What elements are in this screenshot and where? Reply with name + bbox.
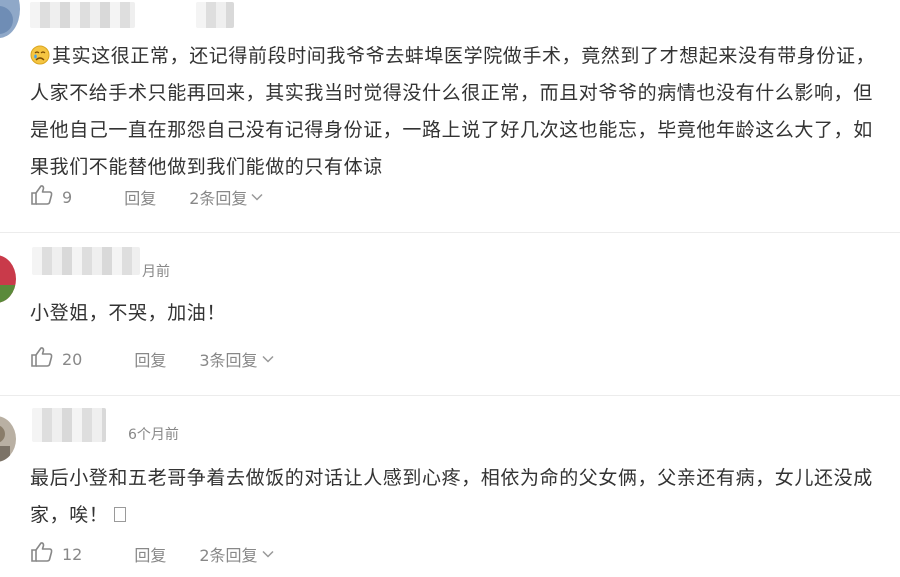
comment-body: 其实这很正常，还记得前段时间我爷爷去蚌埠医学院做手术，竟然到了才想起来没有带身份… bbox=[30, 45, 876, 178]
chevron-down-icon bbox=[262, 550, 274, 558]
thumbs-up-icon bbox=[30, 541, 54, 567]
username-placeholder bbox=[32, 408, 106, 442]
view-replies-button[interactable]: 2条回复 bbox=[199, 542, 274, 566]
replies-count-label: 3条回复 bbox=[199, 351, 258, 370]
like-count: 12 bbox=[62, 544, 83, 564]
avatar[interactable] bbox=[0, 0, 20, 38]
username-placeholder bbox=[196, 2, 234, 28]
username-placeholder bbox=[32, 247, 140, 275]
replies-count-label: 2条回复 bbox=[199, 546, 258, 565]
view-replies-button[interactable]: 3条回复 bbox=[199, 347, 274, 371]
timestamp: 月前 bbox=[142, 264, 170, 280]
like-button[interactable]: 9 bbox=[30, 184, 72, 210]
view-replies-button[interactable]: 2条回复 bbox=[189, 185, 263, 209]
avatar[interactable] bbox=[0, 416, 16, 462]
like-button[interactable]: 20 bbox=[30, 346, 82, 372]
reply-button[interactable]: 回复 bbox=[134, 542, 166, 566]
like-button[interactable]: 12 bbox=[30, 541, 82, 567]
thumbs-up-icon bbox=[30, 346, 54, 372]
thumbs-up-icon bbox=[30, 184, 54, 210]
chevron-down-icon bbox=[262, 355, 274, 363]
missing-glyph-box-icon bbox=[114, 507, 127, 522]
comment-text: 其实这很正常，还记得前段时间我爷爷去蚌埠医学院做手术，竟然到了才想起来没有带身份… bbox=[30, 38, 890, 186]
comment-actions: 9 回复 2条回复 bbox=[30, 185, 263, 209]
comment-text: 最后小登和五老哥争着去做饭的对话让人感到心疼，相依为命的父女俩，父亲还有病，女儿… bbox=[30, 460, 890, 534]
reply-button[interactable]: 回复 bbox=[134, 347, 166, 371]
comment-actions: 20 回复 3条回复 bbox=[30, 347, 274, 371]
reply-button[interactable]: 回复 bbox=[124, 185, 156, 209]
comment-body: 最后小登和五老哥争着去做饭的对话让人感到心疼，相依为命的父女俩，父亲还有病，女儿… bbox=[30, 467, 873, 526]
crying-face-emoji-icon bbox=[30, 41, 50, 65]
chevron-down-icon bbox=[251, 193, 263, 201]
comment-actions: 12 回复 2条回复 bbox=[30, 542, 274, 566]
comment-text: 小登姐，不哭，加油！ bbox=[30, 295, 890, 332]
like-count: 9 bbox=[62, 187, 73, 207]
replies-count-label: 2条回复 bbox=[189, 189, 248, 208]
avatar[interactable] bbox=[0, 255, 16, 303]
comment-item: 月前 小登姐，不哭，加油！ 20 回复 3条回复 bbox=[0, 233, 900, 395]
like-count: 20 bbox=[62, 349, 83, 369]
comment-body: 小登姐，不哭，加油！ bbox=[30, 302, 227, 324]
comment-item: 6个月前 最后小登和五老哥争着去做饭的对话让人感到心疼，相依为命的父女俩，父亲还… bbox=[0, 396, 900, 577]
username-placeholder bbox=[30, 2, 135, 28]
timestamp: 6个月前 bbox=[128, 427, 179, 443]
comment-item: 其实这很正常，还记得前段时间我爷爷去蚌埠医学院做手术，竟然到了才想起来没有带身份… bbox=[0, 0, 900, 232]
